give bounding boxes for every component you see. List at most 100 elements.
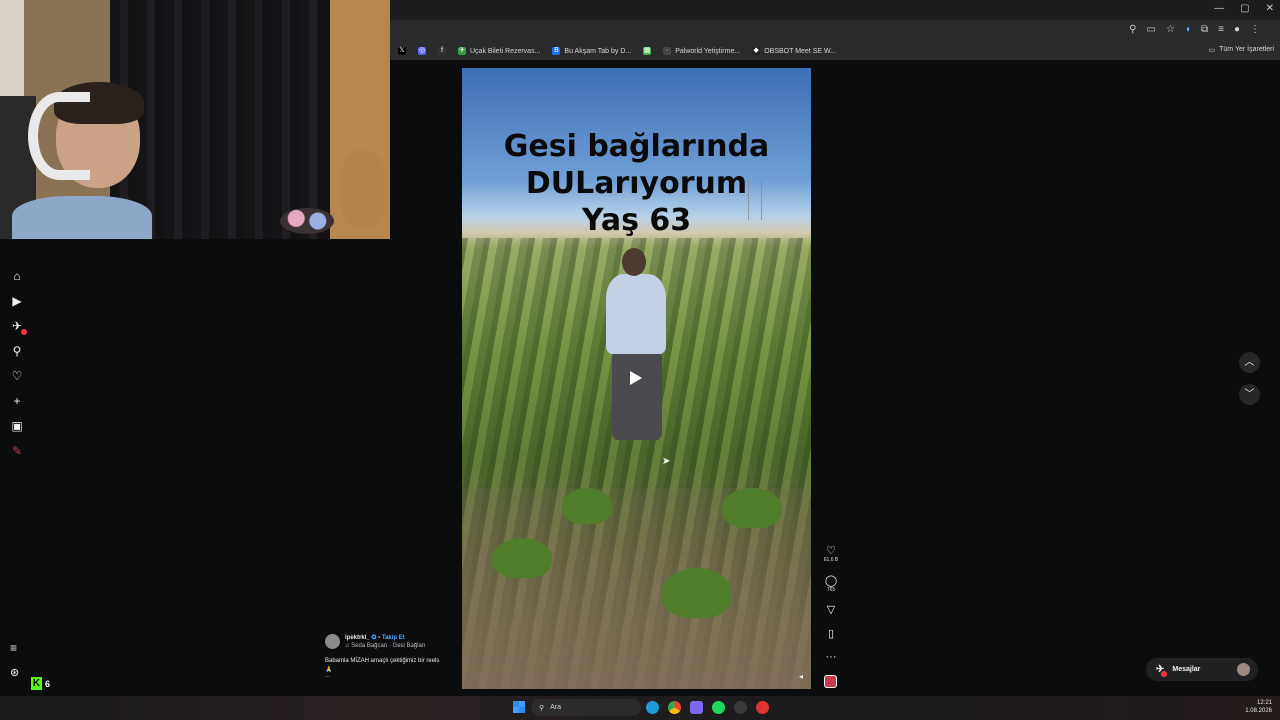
- mute-icon[interactable]: ◂: [799, 672, 803, 681]
- spotify-icon[interactable]: [712, 701, 725, 714]
- bookmark-icon: ▯: [827, 628, 835, 640]
- bookmark-label: Uçak Bileti Rezervas...: [470, 47, 541, 55]
- share-button[interactable]: ▽: [820, 604, 842, 616]
- window-controls: — ▢ ✕: [1214, 3, 1274, 14]
- more-button[interactable]: ···: [820, 651, 842, 663]
- kebab-menu-icon[interactable]: ⋮: [1250, 24, 1260, 35]
- follow-button[interactable]: Takip Et: [382, 635, 405, 641]
- kick-viewer-widget: K 6: [31, 677, 50, 690]
- headphones: [28, 92, 90, 180]
- plant: [492, 538, 552, 578]
- reels-icon[interactable]: ▶: [10, 294, 24, 308]
- green-site-icon: ▦: [643, 47, 652, 55]
- verified-icon: ✪: [371, 635, 377, 641]
- cast-icon[interactable]: ▭: [1147, 24, 1156, 35]
- browser-titlebar: — ▢ ✕: [390, 0, 1280, 20]
- maximize-button[interactable]: ▢: [1240, 3, 1249, 14]
- all-bookmarks-button[interactable]: ▭ Tüm Yer İşaretleri: [1209, 46, 1274, 54]
- app-icon[interactable]: [690, 701, 703, 714]
- extensions-icon[interactable]: ⧉: [1201, 24, 1208, 35]
- audio-thumbnail[interactable]: [824, 675, 837, 688]
- pal-site-icon: ·: [663, 47, 672, 55]
- previous-reel-button[interactable]: ︿: [1239, 352, 1260, 373]
- man-pants: [612, 350, 662, 440]
- b-site-icon: B: [552, 47, 561, 55]
- play-icon[interactable]: [630, 371, 642, 385]
- curtain: [110, 0, 330, 239]
- flowers: [280, 208, 334, 234]
- messages-button[interactable]: ✈ Mesajlar: [1146, 658, 1258, 681]
- bookmark-item[interactable]: ▦: [643, 47, 652, 55]
- notification-badge: [21, 329, 27, 335]
- windows-taskbar: ⚲ Ara 12:21 1.08.2026: [0, 696, 1280, 720]
- next-reel-button[interactable]: ﹀: [1239, 384, 1260, 405]
- direct-icon[interactable]: ✈: [10, 319, 27, 335]
- settings-app-icon[interactable]: [734, 701, 747, 714]
- chrome-icon[interactable]: [668, 701, 681, 714]
- webcam-overlay: [0, 0, 390, 239]
- author-avatar[interactable]: [325, 634, 340, 649]
- bookmark-item[interactable]: · Palworld Yetiştirme...: [663, 47, 740, 55]
- like-button[interactable]: ♡ 61,6 B: [820, 545, 842, 564]
- bookmark-label: Palworld Yetiştirme...: [675, 47, 741, 55]
- save-button[interactable]: ▯: [820, 628, 842, 640]
- taskbar-clock[interactable]: 12:21 1.08.2026: [1245, 699, 1272, 715]
- kick-logo-icon: K: [31, 677, 42, 690]
- heart-icon[interactable]: ♡: [10, 369, 24, 383]
- audio-icon[interactable]: ◖: [1185, 24, 1191, 35]
- comment-icon: ◯: [824, 575, 838, 587]
- menu-lines-icon[interactable]: ≡: [1218, 24, 1224, 35]
- man-head: [622, 248, 646, 276]
- profile-icon[interactable]: ✎: [10, 444, 24, 458]
- chevron-up-icon: ︿: [1244, 357, 1255, 368]
- description-emoji: 🙏: [325, 667, 333, 673]
- caption-line: Yaş 63: [581, 203, 692, 238]
- messages-label: Mesajlar: [1172, 666, 1201, 673]
- plant: [662, 568, 732, 618]
- comment-button[interactable]: ◯ 765: [820, 575, 842, 594]
- dashboard-icon[interactable]: ▣: [10, 419, 24, 433]
- author-username[interactable]: ipektrkl_: [345, 635, 370, 641]
- chevron-down-icon: ﹀: [1244, 389, 1255, 400]
- guitar: [340, 150, 386, 230]
- edge-icon[interactable]: [646, 701, 659, 714]
- home-icon[interactable]: ⌂: [10, 269, 24, 283]
- close-button[interactable]: ✕: [1266, 3, 1274, 14]
- bookmark-item[interactable]: 𝕏: [398, 47, 406, 55]
- hamburger-menu-icon[interactable]: ≡: [10, 641, 17, 655]
- minimize-button[interactable]: —: [1214, 3, 1224, 14]
- notification-badge: [1161, 671, 1168, 677]
- bookmark-item[interactable]: ◆ OBSBOT Meet SE W...: [752, 47, 836, 55]
- bookmark-item[interactable]: f: [438, 47, 446, 55]
- f-icon: f: [438, 47, 446, 55]
- screen: — ▢ ✕ ⚲ ▭ ☆ ◖ ⧉ ≡ ● ⋮ 𝕏 ◎ f ✈ Uçak Bileti Re…: [0, 0, 1280, 720]
- create-icon[interactable]: +: [10, 394, 24, 408]
- messenger-icon: ✈: [1156, 664, 1168, 677]
- description-more[interactable]: ...: [325, 673, 330, 679]
- plane-site-icon: ✈: [458, 47, 466, 55]
- obs-icon[interactable]: [756, 701, 769, 714]
- send-icon: ▽: [826, 604, 836, 616]
- bookmark-item[interactable]: ✈ Uçak Bileti Rezervas...: [458, 47, 540, 55]
- browser-toolbar: ⚲ ▭ ☆ ◖ ⧉ ≡ ● ⋮: [390, 20, 1280, 42]
- zoom-icon[interactable]: ⚲: [1129, 24, 1136, 35]
- more-icon: ···: [825, 651, 837, 663]
- comment-count: 765: [826, 587, 836, 593]
- threads-icon[interactable]: ⊛: [10, 666, 19, 679]
- plant: [562, 488, 612, 524]
- reel-video[interactable]: Gesi bağlarında DULarıyorum Yaş 63 ➤ ◂: [462, 68, 811, 689]
- search-icon[interactable]: ⚲: [10, 344, 24, 358]
- mouse-cursor-icon: ➤: [662, 456, 671, 467]
- bookmark-item[interactable]: B Bu Akşam Tab by D...: [552, 47, 631, 55]
- taskbar-search[interactable]: ⚲ Ara: [531, 699, 641, 716]
- star-icon[interactable]: ☆: [1166, 24, 1175, 35]
- separator: •: [378, 635, 381, 641]
- caption-line: Gesi bağlarında: [503, 129, 770, 164]
- man-shirt: [606, 274, 666, 354]
- streamer-shirt: [12, 196, 152, 239]
- profile-avatar[interactable]: ●: [1234, 24, 1240, 35]
- music-credit[interactable]: ♫ Seda Bağcan · Gesi Bağları: [345, 643, 426, 649]
- bookmark-item[interactable]: ◎: [418, 47, 426, 55]
- windows-start-icon[interactable]: [513, 701, 525, 713]
- bookmark-label: Bu Akşam Tab by D...: [564, 47, 632, 55]
